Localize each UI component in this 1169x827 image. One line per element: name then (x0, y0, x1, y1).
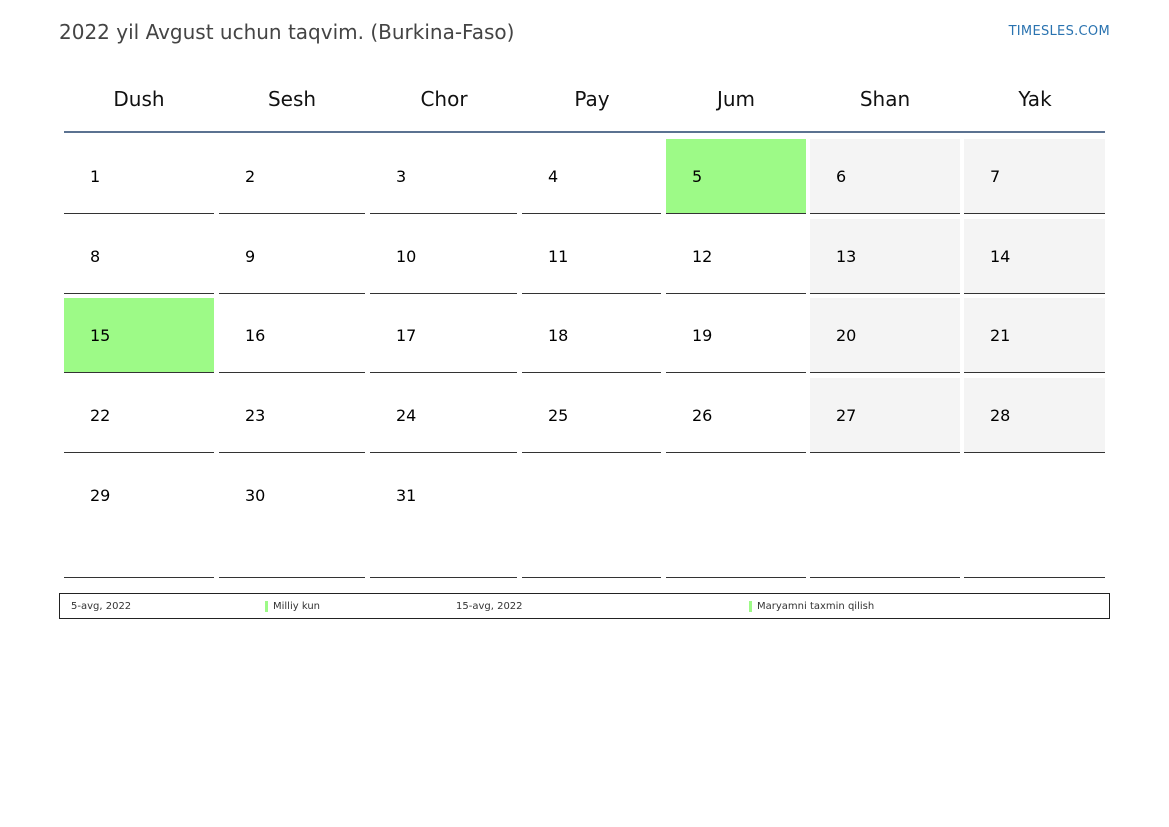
day-number: 1 (90, 167, 101, 186)
day-cell-21[interactable]: 21 (964, 298, 1105, 373)
day-cell-31[interactable]: 31 (370, 458, 517, 578)
day-number: 16 (245, 326, 266, 345)
day-number: 21 (990, 326, 1011, 345)
day-cell-24[interactable]: 24 (370, 378, 517, 453)
day-number: 18 (548, 326, 569, 345)
day-number: 12 (692, 247, 713, 266)
day-number: 7 (990, 167, 1001, 186)
day-cell-27[interactable]: 27 (810, 378, 960, 453)
day-number: 15 (90, 326, 111, 345)
day-cell-26[interactable]: 26 (666, 378, 806, 453)
legend-date: 5-avg, 2022 (71, 600, 132, 612)
day-cell-15[interactable]: 15 (64, 298, 214, 373)
day-cell-9[interactable]: 9 (219, 219, 365, 294)
day-cell-19[interactable]: 19 (666, 298, 806, 373)
day-number: 5 (692, 167, 703, 186)
day-cell-22[interactable]: 22 (64, 378, 214, 453)
day-number: 23 (245, 406, 266, 425)
day-cell-empty (964, 458, 1105, 578)
day-cell-8[interactable]: 8 (64, 219, 214, 294)
day-cell-23[interactable]: 23 (219, 378, 365, 453)
day-number: 9 (245, 247, 256, 266)
day-number: 30 (245, 486, 266, 505)
header-divider (64, 131, 1105, 133)
day-number: 11 (548, 247, 569, 266)
day-number: 17 (396, 326, 417, 345)
day-number: 28 (990, 406, 1011, 425)
holiday-swatch (749, 600, 752, 612)
day-number: 26 (692, 406, 713, 425)
day-number: 4 (548, 167, 559, 186)
day-cell-2[interactable]: 2 (219, 139, 365, 214)
weekday-tue: Sesh (267, 87, 317, 111)
page-title: 2022 yil Avgust uchun taqvim. (Burkina-F… (59, 20, 515, 44)
day-number: 31 (396, 486, 417, 505)
weekday-sat: Shan (859, 87, 911, 111)
weekday-thu: Pay (574, 87, 610, 111)
day-number: 24 (396, 406, 417, 425)
day-number: 22 (90, 406, 111, 425)
legend-entry: Maryamni taxmin qilish (749, 594, 874, 618)
day-cell-29[interactable]: 29 (64, 458, 214, 578)
day-number: 14 (990, 247, 1011, 266)
day-number: 10 (396, 247, 417, 266)
day-number: 2 (245, 167, 256, 186)
site-link[interactable]: TIMESLES.COM (1009, 24, 1110, 39)
weekday-fri: Jum (716, 87, 756, 111)
day-cell-17[interactable]: 17 (370, 298, 517, 373)
day-cell-13[interactable]: 13 (810, 219, 960, 294)
legend-name: Milliy kun (273, 600, 320, 612)
day-number: 6 (836, 167, 847, 186)
day-number: 20 (836, 326, 857, 345)
weekday-wed: Chor (420, 87, 468, 111)
weekday-sun: Yak (1018, 87, 1052, 111)
day-cell-4[interactable]: 4 (522, 139, 661, 214)
day-cell-empty (810, 458, 960, 578)
day-cell-18[interactable]: 18 (522, 298, 661, 373)
day-cell-6[interactable]: 6 (810, 139, 960, 214)
day-number: 27 (836, 406, 857, 425)
day-cell-3[interactable]: 3 (370, 139, 517, 214)
day-cell-7[interactable]: 7 (964, 139, 1105, 214)
day-cell-10[interactable]: 10 (370, 219, 517, 294)
day-cell-11[interactable]: 11 (522, 219, 661, 294)
holiday-legend: 5-avg, 2022 Milliy kun 15-avg, 2022 Mary… (59, 593, 1110, 619)
day-number: 3 (396, 167, 407, 186)
day-cell-30[interactable]: 30 (219, 458, 365, 578)
weekday-header-row: Dush Sesh Chor Pay Jum Shan Yak (64, 78, 1105, 120)
day-cell-12[interactable]: 12 (666, 219, 806, 294)
day-number: 25 (548, 406, 569, 425)
day-number: 8 (90, 247, 101, 266)
day-cell-25[interactable]: 25 (522, 378, 661, 453)
legend-name: Maryamni taxmin qilish (757, 600, 875, 612)
day-number: 19 (692, 326, 713, 345)
day-cell-28[interactable]: 28 (964, 378, 1105, 453)
holiday-swatch (265, 600, 268, 612)
day-cell-14[interactable]: 14 (964, 219, 1105, 294)
day-cell-1[interactable]: 1 (64, 139, 214, 214)
day-cell-empty (666, 458, 806, 578)
day-cell-20[interactable]: 20 (810, 298, 960, 373)
legend-entry: Milliy kun (265, 594, 320, 618)
weekday-mon: Dush (113, 87, 165, 111)
day-cell-5[interactable]: 5 (666, 139, 806, 214)
day-cell-empty (522, 458, 661, 578)
day-number: 29 (90, 486, 111, 505)
legend-date: 15-avg, 2022 (456, 600, 523, 612)
day-cell-16[interactable]: 16 (219, 298, 365, 373)
day-number: 13 (836, 247, 857, 266)
